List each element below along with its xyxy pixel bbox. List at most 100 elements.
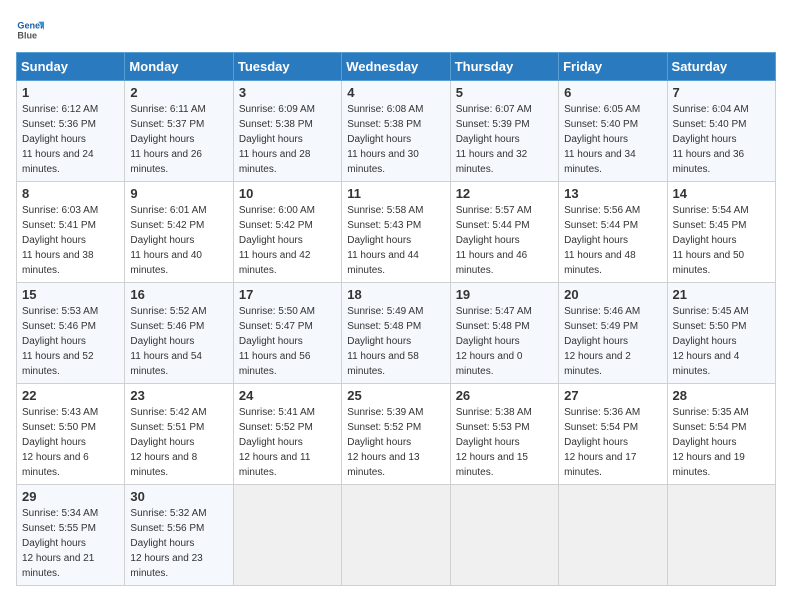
sunset-label: Sunset: 5:41 PM bbox=[22, 220, 96, 231]
sunset-label: Sunset: 5:44 PM bbox=[564, 220, 638, 231]
sunset-label: Sunset: 5:56 PM bbox=[130, 523, 204, 534]
sunrise-label: Sunrise: 6:08 AM bbox=[347, 104, 423, 115]
daylight-duration: 12 hours and 13 minutes. bbox=[347, 452, 419, 478]
day-info: Sunrise: 5:58 AM Sunset: 5:43 PM Dayligh… bbox=[347, 203, 444, 278]
day-info: Sunrise: 5:53 AM Sunset: 5:46 PM Dayligh… bbox=[22, 304, 119, 379]
day-info: Sunrise: 6:08 AM Sunset: 5:38 PM Dayligh… bbox=[347, 102, 444, 177]
daylight-duration: 11 hours and 30 minutes. bbox=[347, 149, 419, 175]
sunrise-label: Sunrise: 6:09 AM bbox=[239, 104, 315, 115]
daylight-duration: 12 hours and 17 minutes. bbox=[564, 452, 636, 478]
daylight-duration: 12 hours and 8 minutes. bbox=[130, 452, 197, 478]
day-number: 20 bbox=[564, 287, 661, 302]
daylight-duration: 11 hours and 44 minutes. bbox=[347, 250, 419, 276]
daylight-label: Daylight hours bbox=[673, 336, 737, 347]
table-row bbox=[450, 485, 558, 586]
table-row bbox=[233, 485, 341, 586]
daylight-duration: 11 hours and 36 minutes. bbox=[673, 149, 745, 175]
table-row: 30 Sunrise: 5:32 AM Sunset: 5:56 PM Dayl… bbox=[125, 485, 233, 586]
day-info: Sunrise: 6:05 AM Sunset: 5:40 PM Dayligh… bbox=[564, 102, 661, 177]
sunrise-label: Sunrise: 5:35 AM bbox=[673, 407, 749, 418]
table-row: 18 Sunrise: 5:49 AM Sunset: 5:48 PM Dayl… bbox=[342, 283, 450, 384]
table-row: 14 Sunrise: 5:54 AM Sunset: 5:45 PM Dayl… bbox=[667, 182, 775, 283]
daylight-label: Daylight hours bbox=[673, 134, 737, 145]
daylight-duration: 11 hours and 56 minutes. bbox=[239, 351, 311, 377]
day-number: 13 bbox=[564, 186, 661, 201]
daylight-duration: 11 hours and 28 minutes. bbox=[239, 149, 311, 175]
day-number: 5 bbox=[456, 85, 553, 100]
daylight-label: Daylight hours bbox=[347, 437, 411, 448]
table-row: 7 Sunrise: 6:04 AM Sunset: 5:40 PM Dayli… bbox=[667, 81, 775, 182]
table-row: 3 Sunrise: 6:09 AM Sunset: 5:38 PM Dayli… bbox=[233, 81, 341, 182]
table-row: 27 Sunrise: 5:36 AM Sunset: 5:54 PM Dayl… bbox=[559, 384, 667, 485]
daylight-duration: 11 hours and 34 minutes. bbox=[564, 149, 636, 175]
sunset-label: Sunset: 5:52 PM bbox=[239, 422, 313, 433]
column-header-saturday: Saturday bbox=[667, 53, 775, 81]
sunrise-label: Sunrise: 5:49 AM bbox=[347, 306, 423, 317]
daylight-label: Daylight hours bbox=[456, 134, 520, 145]
sunset-label: Sunset: 5:49 PM bbox=[564, 321, 638, 332]
day-info: Sunrise: 5:54 AM Sunset: 5:45 PM Dayligh… bbox=[673, 203, 770, 278]
daylight-duration: 12 hours and 0 minutes. bbox=[456, 351, 523, 377]
day-number: 4 bbox=[347, 85, 444, 100]
table-row bbox=[667, 485, 775, 586]
logo-icon: General Blue bbox=[16, 16, 44, 44]
day-number: 6 bbox=[564, 85, 661, 100]
day-number: 30 bbox=[130, 489, 227, 504]
sunset-label: Sunset: 5:42 PM bbox=[239, 220, 313, 231]
sunset-label: Sunset: 5:54 PM bbox=[564, 422, 638, 433]
table-row: 11 Sunrise: 5:58 AM Sunset: 5:43 PM Dayl… bbox=[342, 182, 450, 283]
sunrise-label: Sunrise: 6:00 AM bbox=[239, 205, 315, 216]
sunrise-label: Sunrise: 6:01 AM bbox=[130, 205, 206, 216]
day-number: 29 bbox=[22, 489, 119, 504]
sunrise-label: Sunrise: 5:39 AM bbox=[347, 407, 423, 418]
sunrise-label: Sunrise: 6:07 AM bbox=[456, 104, 532, 115]
day-info: Sunrise: 5:46 AM Sunset: 5:49 PM Dayligh… bbox=[564, 304, 661, 379]
daylight-duration: 12 hours and 6 minutes. bbox=[22, 452, 89, 478]
table-row: 6 Sunrise: 6:05 AM Sunset: 5:40 PM Dayli… bbox=[559, 81, 667, 182]
daylight-duration: 11 hours and 42 minutes. bbox=[239, 250, 311, 276]
column-header-monday: Monday bbox=[125, 53, 233, 81]
sunset-label: Sunset: 5:40 PM bbox=[564, 119, 638, 130]
sunset-label: Sunset: 5:55 PM bbox=[22, 523, 96, 534]
table-row bbox=[559, 485, 667, 586]
sunset-label: Sunset: 5:50 PM bbox=[22, 422, 96, 433]
table-row bbox=[342, 485, 450, 586]
daylight-label: Daylight hours bbox=[239, 437, 303, 448]
daylight-label: Daylight hours bbox=[130, 437, 194, 448]
day-info: Sunrise: 5:35 AM Sunset: 5:54 PM Dayligh… bbox=[673, 405, 770, 480]
daylight-duration: 11 hours and 32 minutes. bbox=[456, 149, 528, 175]
sunrise-label: Sunrise: 5:58 AM bbox=[347, 205, 423, 216]
column-header-tuesday: Tuesday bbox=[233, 53, 341, 81]
day-info: Sunrise: 5:45 AM Sunset: 5:50 PM Dayligh… bbox=[673, 304, 770, 379]
sunrise-label: Sunrise: 5:50 AM bbox=[239, 306, 315, 317]
day-number: 27 bbox=[564, 388, 661, 403]
day-number: 8 bbox=[22, 186, 119, 201]
daylight-label: Daylight hours bbox=[456, 437, 520, 448]
logo: General Blue bbox=[16, 16, 48, 44]
daylight-label: Daylight hours bbox=[130, 336, 194, 347]
daylight-duration: 12 hours and 19 minutes. bbox=[673, 452, 745, 478]
daylight-label: Daylight hours bbox=[347, 134, 411, 145]
day-number: 14 bbox=[673, 186, 770, 201]
table-row: 28 Sunrise: 5:35 AM Sunset: 5:54 PM Dayl… bbox=[667, 384, 775, 485]
daylight-label: Daylight hours bbox=[130, 538, 194, 549]
svg-text:Blue: Blue bbox=[17, 30, 37, 40]
sunrise-label: Sunrise: 5:43 AM bbox=[22, 407, 98, 418]
table-row: 24 Sunrise: 5:41 AM Sunset: 5:52 PM Dayl… bbox=[233, 384, 341, 485]
table-row: 26 Sunrise: 5:38 AM Sunset: 5:53 PM Dayl… bbox=[450, 384, 558, 485]
daylight-duration: 11 hours and 24 minutes. bbox=[22, 149, 94, 175]
day-number: 28 bbox=[673, 388, 770, 403]
daylight-duration: 12 hours and 21 minutes. bbox=[22, 553, 94, 579]
daylight-label: Daylight hours bbox=[564, 336, 628, 347]
day-info: Sunrise: 5:38 AM Sunset: 5:53 PM Dayligh… bbox=[456, 405, 553, 480]
day-info: Sunrise: 6:11 AM Sunset: 5:37 PM Dayligh… bbox=[130, 102, 227, 177]
day-info: Sunrise: 6:03 AM Sunset: 5:41 PM Dayligh… bbox=[22, 203, 119, 278]
sunrise-label: Sunrise: 6:05 AM bbox=[564, 104, 640, 115]
day-info: Sunrise: 5:42 AM Sunset: 5:51 PM Dayligh… bbox=[130, 405, 227, 480]
daylight-label: Daylight hours bbox=[564, 235, 628, 246]
day-info: Sunrise: 5:32 AM Sunset: 5:56 PM Dayligh… bbox=[130, 506, 227, 581]
table-row: 21 Sunrise: 5:45 AM Sunset: 5:50 PM Dayl… bbox=[667, 283, 775, 384]
daylight-label: Daylight hours bbox=[22, 235, 86, 246]
daylight-duration: 11 hours and 46 minutes. bbox=[456, 250, 528, 276]
sunset-label: Sunset: 5:43 PM bbox=[347, 220, 421, 231]
